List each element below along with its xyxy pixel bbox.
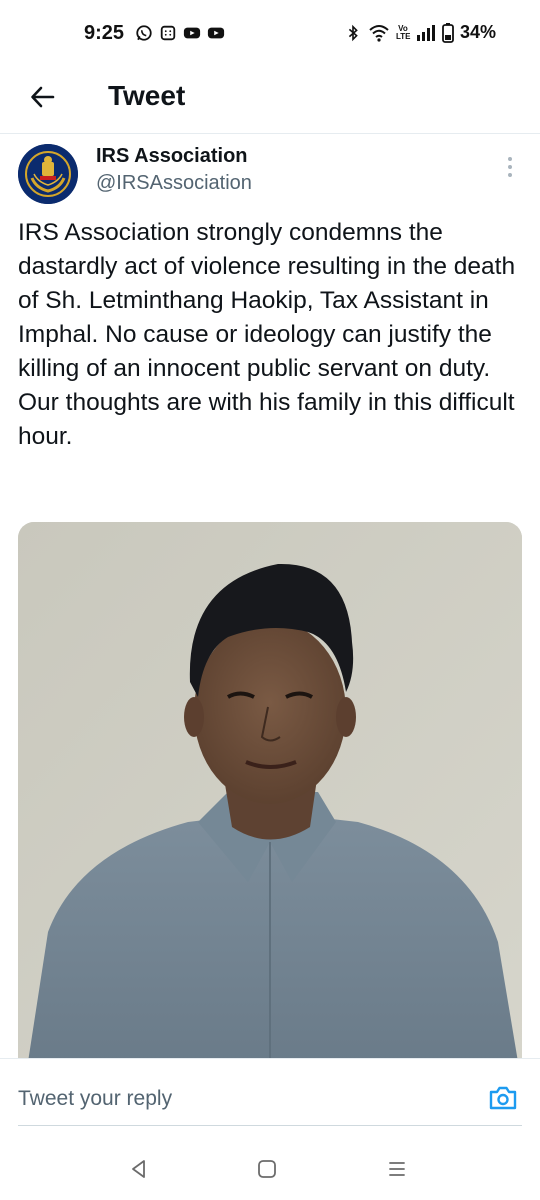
whatsapp-icon <box>136 25 152 41</box>
youtube-icon <box>183 27 201 39</box>
nav-home-icon <box>258 1160 276 1178</box>
photo-portrait <box>18 522 522 1062</box>
arrow-left-icon <box>31 86 55 108</box>
status-time: 9:25 <box>84 22 125 44</box>
author-name[interactable]: IRS Association <box>96 145 248 168</box>
volte-icon: Vo LTE <box>395 23 411 41</box>
system-nav-bar <box>0 1138 540 1200</box>
reply-underline <box>18 1125 522 1126</box>
back-button[interactable] <box>26 80 60 114</box>
reply-input[interactable] <box>18 1083 458 1115</box>
more-vertical-icon <box>508 157 512 161</box>
more-options-button[interactable] <box>500 152 520 182</box>
youtube-icon <box>207 27 225 39</box>
status-notification-icons <box>135 24 225 42</box>
page-title: Tweet <box>108 80 186 111</box>
nav-recents-icon <box>389 1162 405 1176</box>
battery-icon <box>442 22 454 43</box>
nav-home-button[interactable] <box>252 1154 282 1184</box>
signal-icon <box>416 24 435 41</box>
app-header: Tweet <box>0 68 540 134</box>
sim-toolkit-icon <box>160 25 176 41</box>
tweet-text: IRS Association strongly condemns the da… <box>18 219 516 450</box>
author-handle[interactable]: @IRSAssociation <box>96 172 252 195</box>
status-bar: 9:25 Vo LTE 34% <box>0 0 540 68</box>
tweet-photo[interactable] <box>18 522 522 1062</box>
avatar[interactable] <box>18 144 78 204</box>
reply-bar <box>0 1058 540 1138</box>
nav-back-icon <box>132 1160 145 1178</box>
irs-emblem-icon <box>18 144 78 204</box>
wifi-icon <box>369 24 389 42</box>
nav-recents-button[interactable] <box>382 1154 412 1184</box>
battery-percent: 34% <box>459 22 496 42</box>
nav-back-button[interactable] <box>124 1154 154 1184</box>
camera-button[interactable] <box>486 1081 520 1115</box>
status-system-icons: Vo LTE 34% <box>344 22 496 43</box>
bluetooth-icon <box>348 24 358 41</box>
camera-icon <box>489 1086 517 1110</box>
